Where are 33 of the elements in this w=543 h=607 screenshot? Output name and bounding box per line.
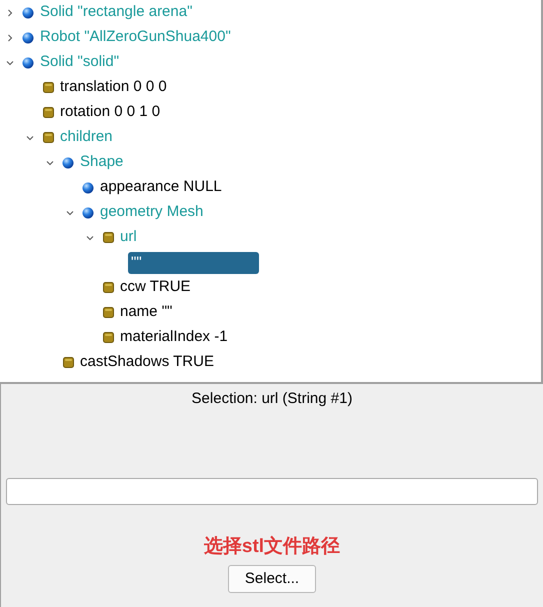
chevron-right-icon[interactable] (6, 8, 14, 16)
chevron-down-icon[interactable] (46, 158, 54, 166)
chevron-down-icon[interactable] (66, 208, 74, 216)
cylinder-icon (42, 107, 54, 118)
select-button[interactable]: Select... (228, 565, 316, 593)
chevron-right-icon[interactable] (6, 34, 14, 42)
hint-text: 选择stl文件路径 (204, 534, 340, 558)
tree-item[interactable]: appearance NULL (98, 176, 224, 199)
tree-item[interactable]: translation 0 0 0 (58, 76, 169, 99)
cylinder-icon (42, 132, 54, 143)
cylinder-icon (102, 307, 114, 318)
cylinder-icon (102, 232, 114, 243)
chevron-down-icon[interactable] (6, 58, 14, 66)
sphere-icon (82, 182, 94, 194)
cylinder-icon (42, 82, 54, 93)
tree-item[interactable]: castShadows TRUE (78, 351, 216, 374)
chevron-down-icon[interactable] (86, 234, 94, 242)
value-field[interactable] (6, 478, 538, 504)
tree-item[interactable]: name "" (118, 301, 174, 324)
tree-item[interactable]: ccw TRUE (118, 276, 193, 299)
sphere-icon (22, 56, 34, 68)
tree-item[interactable]: rotation 0 0 1 0 (58, 101, 162, 124)
sphere-icon (82, 206, 94, 218)
cylinder-icon (62, 357, 74, 368)
chevron-down-icon[interactable] (26, 134, 34, 142)
sphere-icon (62, 156, 74, 168)
sphere-icon (22, 6, 34, 18)
tree-item[interactable]: materialIndex -1 (118, 326, 230, 349)
tree-item[interactable]: "" (128, 252, 259, 274)
cylinder-icon (102, 282, 114, 293)
selection-label: Selection: url (String #1) (192, 389, 352, 409)
cylinder-icon (102, 332, 114, 343)
sphere-icon (22, 32, 34, 44)
